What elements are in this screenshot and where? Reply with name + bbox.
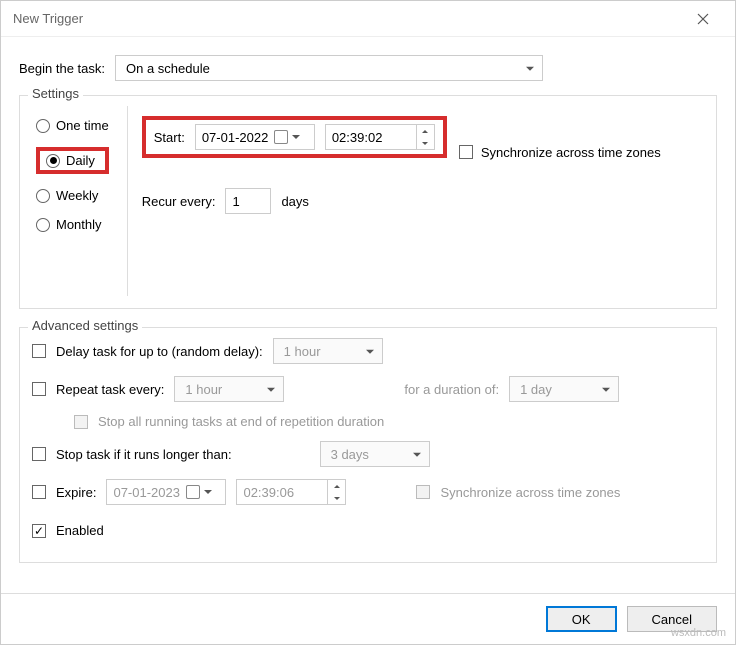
expire-checkbox[interactable]	[32, 485, 46, 499]
advanced-group-title: Advanced settings	[28, 318, 142, 333]
duration-dropdown: 1 day	[509, 376, 619, 402]
radio-onetime-label: One time	[56, 118, 109, 133]
stopall-label: Stop all running tasks at end of repetit…	[98, 414, 384, 429]
radio-monthly-control[interactable]	[36, 218, 50, 232]
highlight-daily: Daily	[36, 147, 109, 174]
enabled-checkbox[interactable]	[32, 524, 46, 538]
start-time-value: 02:39:02	[332, 130, 383, 145]
recur-input[interactable]: 1	[225, 188, 271, 214]
start-time-spinner[interactable]: 02:39:02	[325, 124, 435, 150]
recur-value: 1	[232, 194, 239, 209]
radio-onetime-control[interactable]	[36, 119, 50, 133]
delay-dropdown: 1 hour	[273, 338, 383, 364]
radio-daily-label: Daily	[66, 153, 95, 168]
ok-button[interactable]: OK	[546, 606, 617, 632]
radio-weekly-control[interactable]	[36, 189, 50, 203]
repeat-value: 1 hour	[185, 382, 222, 397]
radio-weekly[interactable]: Weekly	[36, 188, 109, 203]
advanced-group: Advanced settings Delay task for up to (…	[19, 327, 717, 563]
duration-value: 1 day	[520, 382, 552, 397]
repeat-dropdown: 1 hour	[174, 376, 284, 402]
stoplong-checkbox[interactable]	[32, 447, 46, 461]
expire-date-value: 07-01-2023	[113, 485, 180, 500]
highlight-start: Start: 07-01-2022 02:39:02	[142, 116, 447, 158]
begin-task-value: On a schedule	[126, 61, 210, 76]
expire-time-spinner: 02:39:06	[236, 479, 346, 505]
close-button[interactable]	[683, 5, 723, 33]
radio-daily[interactable]: Daily	[46, 153, 99, 168]
watermark: wsxdn.com	[671, 627, 726, 639]
recur-label: Recur every:	[142, 194, 216, 209]
radio-weekly-label: Weekly	[56, 188, 98, 203]
expire-date-picker: 07-01-2023	[106, 479, 226, 505]
title-bar: New Trigger	[1, 1, 735, 37]
expire-label: Expire:	[56, 485, 96, 500]
repeat-label: Repeat task every:	[56, 382, 164, 397]
stoplong-dropdown: 3 days	[320, 441, 430, 467]
close-icon	[697, 13, 709, 25]
calendar-icon	[186, 485, 200, 499]
spinner-icon[interactable]	[416, 125, 434, 149]
start-label: Start:	[154, 130, 185, 145]
calendar-icon	[274, 130, 288, 144]
settings-group-title: Settings	[28, 86, 83, 101]
start-date-picker[interactable]: 07-01-2022	[195, 124, 315, 150]
delay-checkbox[interactable]	[32, 344, 46, 358]
start-date-value: 07-01-2022	[202, 130, 269, 145]
window-title: New Trigger	[13, 11, 83, 26]
expire-sync-checkbox	[416, 485, 430, 499]
stoplong-label: Stop task if it runs longer than:	[56, 447, 232, 462]
expire-time-value: 02:39:06	[243, 485, 294, 500]
delay-value: 1 hour	[284, 344, 321, 359]
begin-task-dropdown[interactable]: On a schedule	[115, 55, 543, 81]
enabled-label: Enabled	[56, 523, 104, 538]
cancel-button-label: Cancel	[652, 612, 692, 627]
radio-monthly-label: Monthly	[56, 217, 102, 232]
spinner-icon	[327, 480, 345, 504]
dialog-footer: OK Cancel	[1, 593, 735, 644]
delay-label: Delay task for up to (random delay):	[56, 344, 263, 359]
recur-unit: days	[281, 194, 308, 209]
radio-onetime[interactable]: One time	[36, 118, 109, 133]
sync-checkbox[interactable]	[459, 145, 473, 159]
settings-group: Settings One time Daily	[19, 95, 717, 309]
sync-label: Synchronize across time zones	[481, 145, 661, 160]
radio-monthly[interactable]: Monthly	[36, 217, 109, 232]
expire-sync-label: Synchronize across time zones	[440, 485, 620, 500]
repeat-checkbox[interactable]	[32, 382, 46, 396]
duration-label: for a duration of:	[404, 382, 499, 397]
stopall-checkbox	[74, 415, 88, 429]
ok-button-label: OK	[572, 612, 591, 627]
begin-task-label: Begin the task:	[19, 61, 105, 76]
stoplong-value: 3 days	[331, 447, 369, 462]
radio-daily-control[interactable]	[46, 154, 60, 168]
